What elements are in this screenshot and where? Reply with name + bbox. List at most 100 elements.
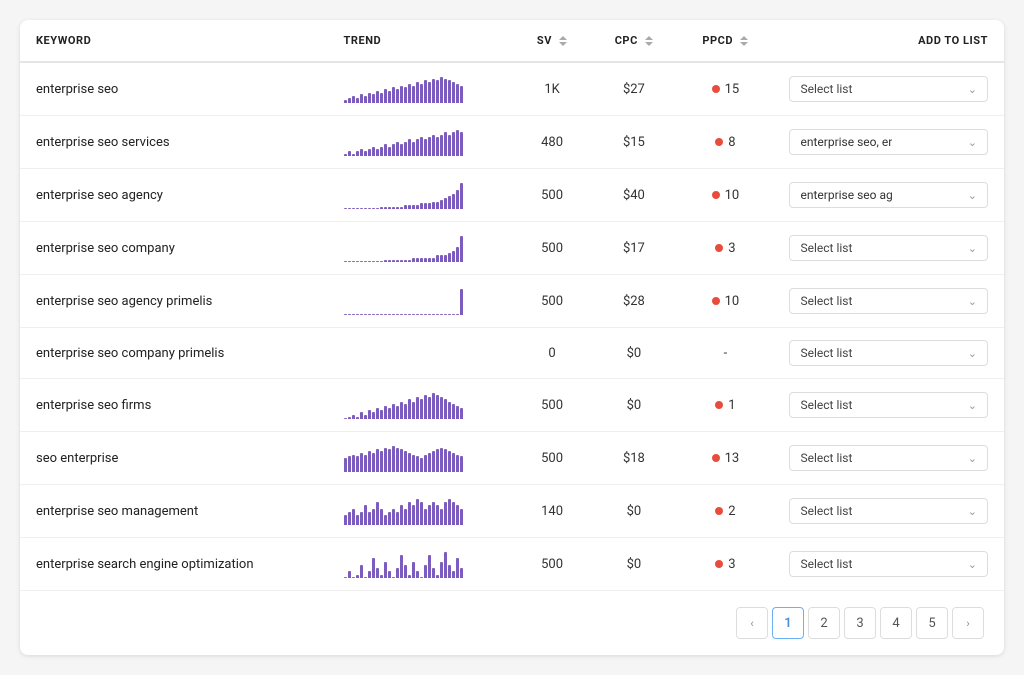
trend-bar	[412, 258, 415, 262]
trend-bar	[372, 261, 375, 262]
trend-bar	[416, 258, 419, 262]
trend-bar	[380, 147, 383, 156]
trend-bar	[432, 502, 435, 525]
select-list-dropdown[interactable]: enterprise seo, er ⌄	[789, 129, 988, 155]
trend-sparkline	[344, 75, 498, 103]
select-list-dropdown[interactable]: Select list ⌄	[789, 235, 988, 261]
pagination-page-5[interactable]: 5	[916, 607, 948, 639]
select-list-text: Select list	[800, 294, 852, 308]
trend-bar	[428, 555, 431, 578]
table-wrap: KEYWORD TREND SV CPC	[20, 20, 1004, 590]
select-list-dropdown[interactable]: Select list ⌄	[789, 445, 988, 471]
trend-bar	[380, 575, 383, 578]
trend-bar	[452, 404, 455, 419]
col-sv[interactable]: SV	[514, 20, 591, 62]
trend-bar	[348, 571, 351, 578]
ppcd-dot	[715, 507, 723, 515]
ppcd-cell: 8	[677, 116, 773, 169]
trend-bar	[416, 397, 419, 419]
trend-cell	[328, 116, 514, 169]
trend-bar	[440, 562, 443, 578]
col-ppcd[interactable]: PPCD	[677, 20, 773, 62]
trend-bar	[424, 80, 427, 103]
ppcd-sort-icon	[740, 35, 748, 47]
table-row: enterprise seo services480$158 enterpris…	[20, 116, 1004, 169]
select-list-dropdown[interactable]: Select list ⌄	[789, 288, 988, 314]
trend-bar	[368, 314, 371, 315]
select-list-dropdown[interactable]: Select list ⌄	[789, 551, 988, 577]
trend-bar	[408, 502, 411, 525]
trend-bar	[452, 453, 455, 472]
ppcd-cell: 15	[677, 62, 773, 116]
keyword-cell: enterprise seo agency primelis	[20, 275, 328, 328]
trend-bar	[404, 87, 407, 103]
trend-bar	[424, 258, 427, 262]
col-cpc[interactable]: CPC	[591, 20, 678, 62]
trend-bar	[388, 512, 391, 525]
keyword-cell: enterprise seo management	[20, 485, 328, 538]
chevron-down-icon: ⌄	[968, 452, 977, 465]
pagination-page-4[interactable]: 4	[880, 607, 912, 639]
chevron-down-icon: ⌄	[968, 558, 977, 571]
trend-bar	[428, 314, 431, 315]
trend-bar	[448, 135, 451, 156]
ppcd-value: 2	[693, 504, 757, 519]
trend-cell	[328, 432, 514, 485]
sv-cell: 500	[514, 169, 591, 222]
select-list-dropdown[interactable]: Select list ⌄	[789, 392, 988, 418]
ppcd-dot	[715, 560, 723, 568]
trend-bar	[444, 399, 447, 419]
cpc-cell: $0	[591, 379, 678, 432]
select-list-text: enterprise seo ag	[800, 188, 892, 202]
pagination-page-1[interactable]: 1	[772, 607, 804, 639]
ppcd-dot	[712, 85, 720, 93]
trend-bar	[420, 84, 423, 103]
ppcd-value: -	[693, 346, 757, 361]
keyword-cell: enterprise search engine optimization	[20, 538, 328, 591]
select-list-dropdown[interactable]: Select list ⌄	[789, 76, 988, 102]
pagination-page-3[interactable]: 3	[844, 607, 876, 639]
pagination-next[interactable]: ›	[952, 607, 984, 639]
trend-bar	[400, 555, 403, 578]
trend-bar	[372, 412, 375, 419]
trend-bar	[404, 451, 407, 472]
trend-bar	[356, 151, 359, 156]
trend-bar	[384, 562, 387, 578]
trend-bar	[460, 86, 463, 103]
trend-bar	[460, 568, 463, 578]
trend-bar	[460, 456, 463, 472]
trend-bar	[348, 261, 351, 262]
col-addtolist: ADD TO LIST	[773, 20, 1004, 62]
trend-bar	[416, 571, 419, 578]
trend-bar	[400, 449, 403, 472]
sv-sort-icon	[559, 35, 567, 47]
addtolist-cell: Select list ⌄	[773, 275, 1004, 328]
sv-cell: 500	[514, 379, 591, 432]
pagination-prev[interactable]: ‹	[736, 607, 768, 639]
trend-bar	[364, 577, 367, 578]
select-list-dropdown[interactable]: enterprise seo ag ⌄	[789, 182, 988, 208]
table-row: seo enterprise500$1813 Select list ⌄	[20, 432, 1004, 485]
trend-bar	[396, 260, 399, 262]
trend-bar	[416, 314, 419, 315]
keyword-cell: enterprise seo agency	[20, 169, 328, 222]
select-list-dropdown[interactable]: Select list ⌄	[789, 498, 988, 524]
trend-bar	[428, 505, 431, 525]
keyword-cell: enterprise seo	[20, 62, 328, 116]
trend-bar	[364, 261, 367, 262]
trend-bar	[364, 96, 367, 103]
trend-bar	[440, 314, 443, 315]
cpc-cell: $0	[591, 538, 678, 591]
trend-bar	[356, 98, 359, 103]
ppcd-number: 13	[725, 451, 740, 466]
select-list-dropdown[interactable]: Select list ⌄	[789, 340, 988, 366]
trend-bar	[388, 91, 391, 103]
trend-bar	[372, 509, 375, 525]
select-list-text: Select list	[800, 241, 852, 255]
trend-bar	[352, 455, 355, 472]
trend-bar	[388, 260, 391, 262]
trend-bar	[384, 144, 387, 156]
pagination-page-2[interactable]: 2	[808, 607, 840, 639]
table-row: enterprise seo1K$2715 Select list ⌄	[20, 62, 1004, 116]
trend-bar	[376, 91, 379, 103]
